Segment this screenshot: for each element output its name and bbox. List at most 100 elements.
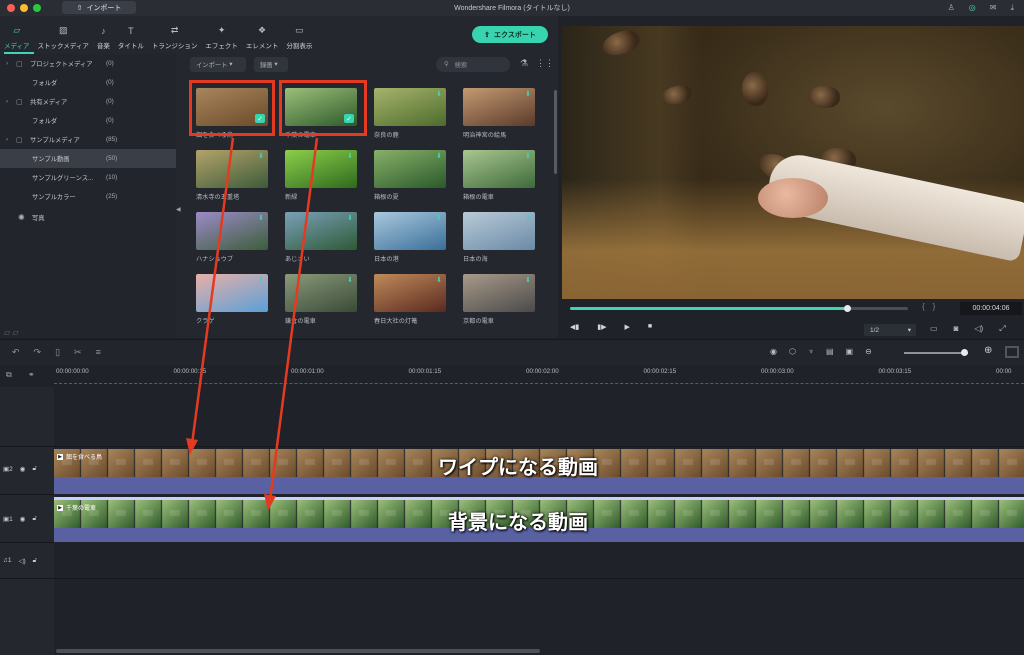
volume-icon[interactable]: ◁): [974, 324, 983, 334]
download-icon[interactable]: ⬇: [258, 276, 264, 284]
media-thumbnail[interactable]: ⬇ 明治神宮の絵馬: [463, 88, 535, 148]
lock-icon[interactable]: 🔓︎: [32, 465, 36, 473]
marker-icon[interactable]: ⬡: [789, 347, 796, 356]
volume-icon[interactable]: ◁): [19, 557, 26, 565]
download-icon[interactable]: ⬇: [525, 90, 531, 98]
media-thumbnail[interactable]: ⬇ 箱根の夏: [374, 150, 446, 210]
collapse-panel-icon[interactable]: ◀: [176, 206, 181, 213]
media-tree-item[interactable]: サンプルカラー (25): [0, 187, 176, 206]
timeline-grid-icon[interactable]: [1005, 346, 1019, 358]
tab-music[interactable]: ♪ 音楽: [97, 20, 110, 54]
zoom-knob[interactable]: [961, 349, 969, 356]
tab-transition[interactable]: ⇄ トランジション: [152, 20, 198, 54]
zoom-out-icon[interactable]: ⊖: [865, 347, 872, 356]
media-tree-item[interactable]: フォルダ (0): [0, 111, 176, 130]
media-thumbnail[interactable]: ⬇ 鎌倉の電車: [285, 274, 357, 334]
media-tree-item[interactable]: サンプルグリーンス... (10): [0, 168, 176, 187]
redo-icon[interactable]: ↷: [34, 347, 42, 358]
add-track-icon[interactable]: ⧉: [6, 370, 12, 380]
media-thumbnail[interactable]: ⬇ 箱根の電車: [463, 150, 535, 210]
download-icon[interactable]: ⬇: [258, 214, 264, 222]
download-icon[interactable]: ⬇: [525, 152, 531, 160]
account-icon[interactable]: ♙: [948, 3, 955, 13]
timeline-scrollbar[interactable]: [56, 649, 540, 653]
download-icon[interactable]: ⬇: [347, 152, 353, 160]
tab-title[interactable]: T タイトル: [118, 20, 144, 54]
step-forward-icon[interactable]: ▮▶: [597, 323, 606, 331]
search-input[interactable]: ⚲ 検索: [436, 57, 510, 72]
cut-icon[interactable]: ✂: [74, 347, 82, 358]
eye-icon[interactable]: ◉: [20, 465, 26, 473]
media-tree-item[interactable]: › ▢ 共有メディア (0): [0, 92, 176, 111]
download-icon[interactable]: ⬇: [258, 152, 264, 160]
export-button[interactable]: ⇪ エクスポート: [472, 26, 548, 43]
delete-icon[interactable]: ▯: [55, 347, 60, 358]
new-folder-icon[interactable]: ▱: [4, 328, 10, 337]
timeline-zoom-slider[interactable]: [904, 349, 969, 356]
media-tree-item[interactable]: サンプル動画 (50): [0, 149, 176, 168]
zoom-in-icon[interactable]: ⊕: [984, 345, 992, 356]
timeline-ruler[interactable]: 00:00:00:00 00:00:00:15 00:00:01:00 00:00:0…: [54, 365, 1024, 387]
eye-icon[interactable]: ◉: [20, 515, 26, 523]
media-tree-item[interactable]: › ▢ サンプルメディア (85): [0, 130, 176, 149]
download-icon[interactable]: ⬇: [525, 276, 531, 284]
progress-knob[interactable]: [844, 305, 852, 312]
media-thumbnail[interactable]: ⬇ 清水寺の五重塔: [196, 150, 268, 210]
download-icon[interactable]: ⤓: [1010, 3, 1014, 13]
media-tree-item[interactable]: フォルダ (0): [0, 73, 176, 92]
undo-icon[interactable]: ↶: [12, 347, 20, 358]
media-thumbnail[interactable]: ⬇ あじさい: [285, 212, 357, 272]
tab-folder[interactable]: ▱ メディア: [4, 20, 30, 54]
mark-in-out-icons[interactable]: {}: [922, 302, 943, 311]
voiceover-icon[interactable]: ▤: [826, 347, 834, 356]
download-icon[interactable]: ⬇: [436, 214, 442, 222]
step-back-icon[interactable]: ◀▮: [570, 323, 579, 331]
play-icon[interactable]: ▶: [625, 323, 630, 331]
tab-element[interactable]: ❖ エレメント: [246, 20, 279, 54]
download-icon[interactable]: ⬇: [525, 214, 531, 222]
tab-stock-media[interactable]: ▨ ストックメディア: [38, 20, 89, 54]
import-dropdown[interactable]: インポート ▾: [190, 57, 246, 72]
subtitle-icon[interactable]: ▣: [846, 347, 854, 356]
chevron-right-icon[interactable]: ›: [6, 99, 8, 105]
fullscreen-icon[interactable]: ⤢: [999, 324, 1005, 334]
media-thumbnail[interactable]: ⬇ ハナショウブ: [196, 212, 268, 272]
message-icon[interactable]: ✉: [990, 3, 997, 13]
media-thumbnail[interactable]: ⬇ 春日大社の灯篭: [374, 274, 446, 334]
download-icon[interactable]: ⬇: [436, 90, 442, 98]
render-icon[interactable]: ◉: [770, 347, 777, 356]
snapshot-icon[interactable]: ◙: [954, 324, 959, 334]
highlight-box-background: [279, 80, 367, 136]
media-thumbnail[interactable]: ⬇ 日本の海: [463, 212, 535, 272]
record-dropdown[interactable]: 録画 ▾: [254, 57, 288, 72]
download-icon[interactable]: ⬇: [436, 276, 442, 284]
media-thumbnail[interactable]: ⬇ 日本の港: [374, 212, 446, 272]
microphone-icon[interactable]: ♆: [808, 347, 814, 356]
media-thumbnail[interactable]: ⬇ クラゲ: [196, 274, 268, 334]
lock-icon[interactable]: 🔓︎: [32, 515, 36, 523]
grid-view-icon[interactable]: ⋮⋮: [536, 58, 554, 69]
chevron-right-icon[interactable]: ›: [6, 61, 8, 67]
tab-split-screen[interactable]: ▭ 分割表示: [286, 20, 312, 54]
lock-icon[interactable]: 🔓︎: [33, 557, 37, 565]
headset-icon[interactable]: ◎: [969, 3, 976, 13]
add-folder-icon[interactable]: ▱: [12, 328, 18, 337]
download-icon[interactable]: ⬇: [347, 214, 353, 222]
preview-progress-bar[interactable]: [570, 305, 908, 312]
media-tree-item[interactable]: ✺ 写真: [0, 208, 176, 227]
preview-quality-select[interactable]: 1/2 ▾: [864, 324, 916, 336]
media-tree-item[interactable]: › ▢ プロジェクトメディア (0): [0, 54, 176, 73]
media-thumbnail[interactable]: ⬇ 奈良の鹿: [374, 88, 446, 148]
display-icon[interactable]: ▭: [930, 324, 938, 334]
chevron-right-icon[interactable]: ›: [6, 137, 8, 143]
media-thumbnail[interactable]: ⬇ 京都の電車: [463, 274, 535, 334]
filter-icon[interactable]: ⚗: [520, 58, 528, 69]
download-icon[interactable]: ⬇: [436, 152, 442, 160]
media-thumbnail[interactable]: ⬇ 新緑: [285, 150, 357, 210]
stop-icon[interactable]: ■: [648, 323, 652, 331]
adjust-icon[interactable]: ≡: [96, 347, 101, 358]
link-icon[interactable]: ⚭: [28, 370, 35, 379]
download-icon[interactable]: ⬇: [347, 276, 353, 284]
media-scrollbar[interactable]: [554, 90, 557, 174]
tab-effect[interactable]: ✦ エフェクト: [205, 20, 238, 54]
